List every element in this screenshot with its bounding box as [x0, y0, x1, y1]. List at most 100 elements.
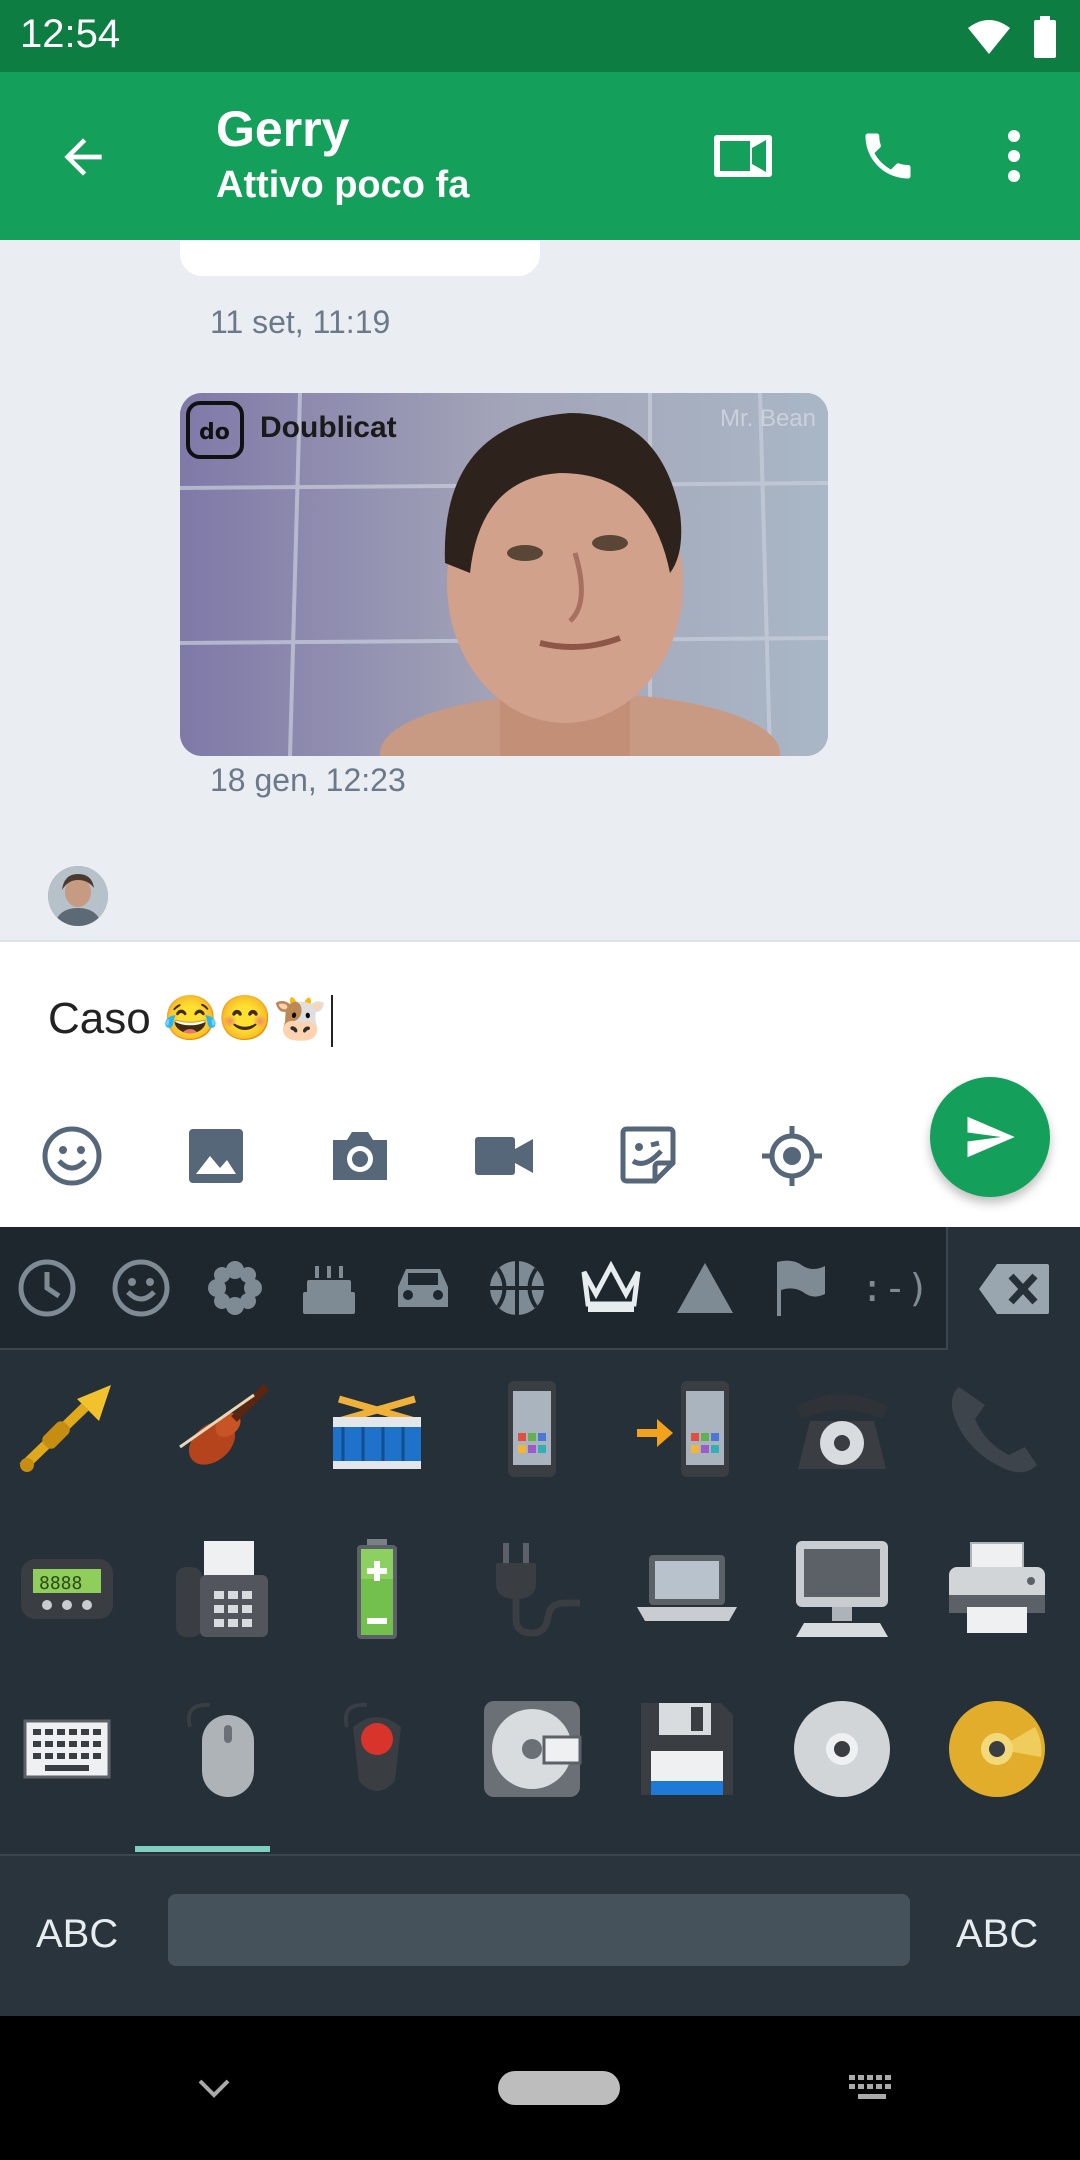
trackball-icon — [344, 1702, 401, 1791]
floppy-disk-icon — [641, 1703, 733, 1795]
desktop-computer-icon — [796, 1541, 888, 1637]
computer-mouse-icon — [187, 1702, 254, 1797]
message-input[interactable]: Caso 😂😊🐮 — [48, 992, 334, 1048]
camera-icon — [333, 1132, 387, 1180]
video-button[interactable] — [470, 1122, 538, 1190]
category-activity-ball-icon[interactable] — [484, 1255, 550, 1321]
avatar[interactable] — [48, 866, 108, 926]
status-time: 12:54 — [20, 12, 121, 56]
electric-plug-icon — [496, 1543, 580, 1637]
more-options-button[interactable] — [978, 120, 1050, 192]
drum-icon — [333, 1395, 421, 1469]
message-list[interactable]: 11 set, 11:19 do Doublicat Mr. Bean 18 g… — [0, 240, 1080, 940]
location-button[interactable] — [758, 1122, 826, 1190]
contact-name: Gerry — [216, 101, 350, 157]
emoji-pager[interactable]: 8888 — [2, 1524, 132, 1654]
keyboard-bottom-bar: ABC ABC — [0, 1854, 1080, 2016]
message-input-text: Caso 😂😊🐮 — [48, 994, 328, 1043]
chat-title[interactable]: Gerry Attivo poco fa — [216, 100, 469, 207]
emoji-trumpet[interactable] — [2, 1364, 132, 1494]
battery-icon — [1034, 16, 1056, 58]
category-nature-flower-icon[interactable] — [202, 1255, 268, 1321]
text-caret — [331, 995, 334, 1048]
mobile-phone-icon — [508, 1381, 556, 1477]
emoji-dvd[interactable] — [932, 1684, 1062, 1814]
emoji-floppy-disk[interactable] — [622, 1684, 752, 1814]
keyboard-emoji-icon — [23, 1719, 111, 1779]
category-symbols-triangle-icon[interactable] — [672, 1255, 738, 1321]
emoji-desktop-computer[interactable] — [777, 1524, 907, 1654]
pager-icon: 8888 — [21, 1559, 113, 1619]
space-bar[interactable] — [168, 1894, 910, 1966]
send-icon — [967, 1116, 1015, 1158]
sticker-button[interactable] — [614, 1122, 682, 1190]
category-objects-crown-icon[interactable] — [578, 1255, 644, 1321]
emoji-keyboard: :-) 8888 ABC ABC — [0, 1227, 1080, 2016]
category-travel-car-icon[interactable] — [390, 1255, 456, 1321]
emoji-trackball[interactable] — [312, 1684, 442, 1814]
message-time: 18 gen, 12:23 — [210, 762, 406, 798]
emoji-grid: 8888 — [0, 1352, 1080, 1852]
trumpet-icon — [19, 1385, 111, 1472]
emoji-printer[interactable] — [932, 1524, 1062, 1654]
category-emoticons[interactable]: :-) — [861, 1255, 930, 1321]
emoji-mobile-phone[interactable] — [467, 1364, 597, 1494]
gallery-button[interactable] — [182, 1122, 250, 1190]
message-composer: Caso 😂😊🐮 — [0, 940, 1080, 1227]
emoji-keyboard[interactable] — [2, 1684, 132, 1814]
emoji-telephone[interactable] — [777, 1364, 907, 1494]
emoji-laptop[interactable] — [622, 1524, 752, 1654]
category-flags-icon[interactable] — [766, 1255, 832, 1321]
rotary-telephone-icon — [796, 1394, 888, 1469]
category-food-cake-icon[interactable] — [296, 1255, 362, 1321]
emoji-fax-machine[interactable] — [157, 1524, 287, 1654]
battery-emoji-icon — [357, 1539, 397, 1639]
nav-home-button[interactable] — [498, 2068, 620, 2108]
mobile-phone-arrow-icon — [637, 1381, 729, 1477]
message-bubble[interactable] — [180, 240, 540, 276]
gif-watermark-source: Mr. Bean — [719, 405, 816, 432]
abc-left-button[interactable]: ABC — [36, 1912, 118, 1957]
nav-back-button[interactable] — [184, 2060, 244, 2116]
emoji-minidisc[interactable] — [467, 1684, 597, 1814]
laptop-icon — [637, 1555, 737, 1621]
gif-message[interactable]: do Doublicat Mr. Bean — [180, 393, 828, 756]
home-pill-icon — [498, 2071, 620, 2105]
status-icons — [966, 16, 1058, 58]
status-bar: 12:54 — [0, 0, 1080, 72]
nav-keyboard-switch-button[interactable] — [842, 2066, 902, 2110]
arrow-back-icon — [64, 138, 102, 176]
sticker-icon — [620, 1126, 676, 1184]
emoji-electric-plug[interactable] — [467, 1524, 597, 1654]
category-smileys-icon[interactable] — [108, 1255, 174, 1321]
printer-icon — [949, 1542, 1045, 1633]
abc-right-button[interactable]: ABC — [956, 1912, 1038, 1957]
violin-icon — [179, 1384, 269, 1465]
camera-button[interactable] — [326, 1122, 394, 1190]
back-button[interactable] — [50, 124, 116, 190]
emoji-drum[interactable] — [312, 1364, 442, 1494]
emoji-button[interactable] — [38, 1122, 106, 1190]
gif-watermark-brand: Doublicat — [260, 411, 397, 444]
avatar-image — [48, 866, 108, 926]
emoji-delete-button[interactable] — [946, 1227, 1080, 1350]
more-vert-icon — [1008, 130, 1020, 182]
optical-disc-icon — [794, 1701, 890, 1797]
emoji-category-bar: :-) — [0, 1227, 1080, 1350]
voice-call-button[interactable] — [852, 120, 924, 192]
emoji-mobile-phone-arrow[interactable] — [622, 1364, 752, 1494]
minidisc-icon — [484, 1701, 582, 1797]
phone-icon — [865, 133, 911, 179]
video-camera-icon — [475, 1137, 533, 1175]
emoji-telephone-receiver[interactable] — [932, 1364, 1062, 1494]
contact-status: Attivo poco fa — [216, 164, 470, 206]
emoji-computer-mouse[interactable] — [157, 1684, 287, 1814]
category-recent-clock-icon[interactable] — [14, 1255, 80, 1321]
keyboard-small-icon — [849, 2075, 891, 2099]
send-button[interactable] — [930, 1077, 1050, 1197]
message-time: 11 set, 11:19 — [210, 304, 391, 340]
video-call-button[interactable] — [708, 120, 780, 192]
emoji-battery[interactable] — [312, 1524, 442, 1654]
emoji-violin[interactable] — [157, 1364, 287, 1494]
emoji-optical-disc[interactable] — [777, 1684, 907, 1814]
